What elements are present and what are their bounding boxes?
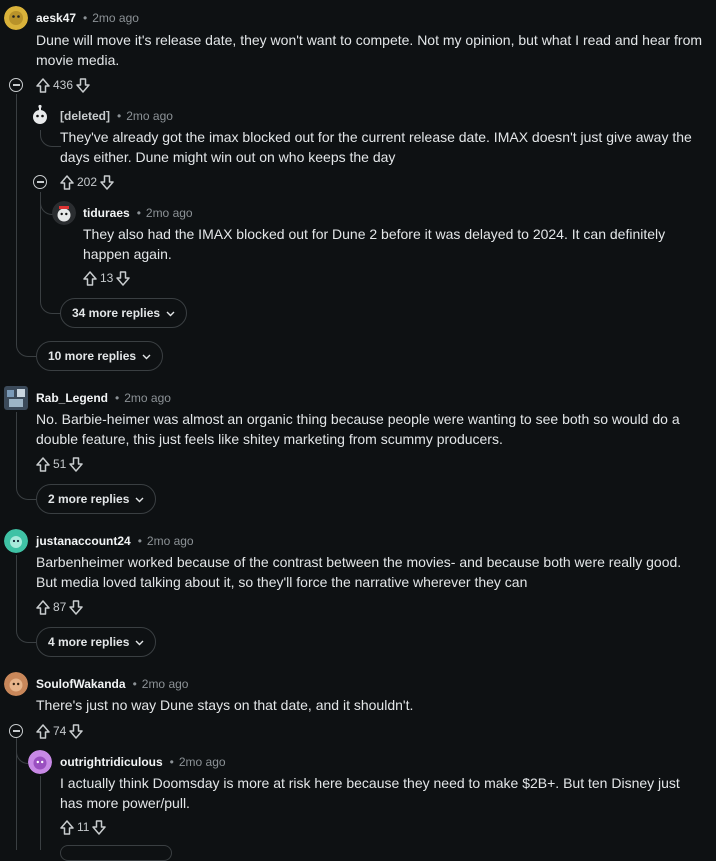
vote-bar: 13: [83, 268, 131, 288]
separator: •: [132, 677, 137, 691]
username[interactable]: aesk47: [36, 11, 76, 25]
comment-body: Barbenheimer worked because of the contr…: [36, 554, 682, 590]
more-replies-button[interactable]: 2 more replies: [36, 484, 157, 514]
more-replies-label: 2 more replies: [48, 492, 130, 506]
upvote-icon[interactable]: [36, 456, 50, 472]
avatar[interactable]: [28, 750, 52, 774]
comment-meta: aesk47 • 2mo ago: [36, 11, 139, 25]
comment-body: I actually think Doomsday is more at ris…: [60, 775, 680, 811]
comment-body: Dune will move it's release date, they w…: [36, 32, 703, 68]
timestamp[interactable]: 2mo ago: [146, 206, 193, 220]
timestamp[interactable]: 2mo ago: [179, 755, 226, 769]
upvote-icon[interactable]: [36, 723, 50, 739]
collapse-thread-icon[interactable]: [9, 78, 23, 92]
separator: •: [137, 534, 142, 548]
comment-body: They've already got the imax blocked out…: [60, 129, 692, 165]
chevron-down-icon: [135, 492, 144, 506]
separator: •: [169, 755, 174, 769]
downvote-icon[interactable]: [69, 723, 84, 739]
comment-meta: [deleted] • 2mo ago: [60, 109, 173, 123]
upvote-icon[interactable]: [36, 599, 50, 615]
separator: •: [136, 206, 141, 220]
upvote-icon[interactable]: [36, 77, 50, 93]
upvote-icon[interactable]: [60, 174, 74, 190]
more-replies-label: 4 more replies: [48, 635, 130, 649]
avatar[interactable]: [52, 201, 76, 225]
more-replies-label: 34 more replies: [72, 306, 161, 320]
downvote-icon[interactable]: [100, 174, 114, 190]
downvote-icon[interactable]: [76, 77, 90, 93]
downvote-icon[interactable]: [116, 270, 131, 286]
vote-bar: 74: [36, 721, 84, 741]
thread-line: [16, 737, 29, 764]
chevron-down-icon: [135, 635, 144, 649]
vote-count: 202: [77, 175, 98, 189]
vote-count: 13: [100, 271, 114, 285]
username[interactable]: outrightridiculous: [60, 755, 163, 769]
thread-line: [16, 472, 37, 500]
comment-meta: tiduraes • 2mo ago: [83, 206, 193, 220]
vote-count: 87: [53, 600, 67, 614]
thread-line: [16, 555, 17, 615]
more-replies-button[interactable]: 10 more replies: [36, 341, 164, 371]
avatar[interactable]: [4, 386, 28, 410]
vote-bar: 51: [36, 454, 84, 474]
thread-line: [16, 412, 17, 472]
downvote-icon[interactable]: [92, 819, 107, 835]
comment-meta: justanaccount24 • 2mo ago: [36, 534, 194, 548]
collapse-thread-icon[interactable]: [33, 175, 47, 189]
collapse-thread-icon[interactable]: [9, 724, 23, 738]
timestamp[interactable]: 2mo ago: [92, 11, 139, 25]
more-replies-button[interactable]: [60, 845, 172, 861]
separator: •: [117, 109, 122, 123]
downvote-icon[interactable]: [69, 599, 84, 615]
comment-meta: SoulofWakanda • 2mo ago: [36, 677, 188, 691]
timestamp[interactable]: 2mo ago: [124, 391, 171, 405]
vote-count: 11: [77, 820, 90, 834]
downvote-icon[interactable]: [69, 456, 84, 472]
avatar: [28, 104, 52, 128]
vote-count: 51: [53, 457, 67, 471]
avatar[interactable]: [4, 529, 28, 553]
upvote-icon[interactable]: [60, 819, 74, 835]
timestamp[interactable]: 2mo ago: [147, 534, 194, 548]
avatar[interactable]: [4, 6, 28, 30]
vote-count: 74: [53, 724, 67, 738]
upvote-icon[interactable]: [83, 270, 97, 286]
comment-meta: outrightridiculous • 2mo ago: [60, 755, 226, 769]
thread-line: [40, 776, 41, 850]
thread-line: [16, 615, 37, 643]
thread-line: [16, 330, 37, 357]
chevron-down-icon: [142, 349, 151, 363]
separator: •: [115, 391, 120, 405]
more-replies-button[interactable]: 34 more replies: [60, 298, 188, 328]
vote-count: 436: [53, 78, 74, 92]
vote-bar: 202: [60, 172, 114, 192]
username[interactable]: Rab_Legend: [36, 391, 108, 405]
vote-bar: 87: [36, 597, 84, 617]
username: [deleted]: [60, 109, 111, 123]
username[interactable]: tiduraes: [83, 206, 130, 220]
more-replies-label: 10 more replies: [48, 349, 137, 363]
thread-line: [40, 288, 61, 314]
avatar[interactable]: [4, 672, 28, 696]
thread-line: [16, 94, 17, 330]
separator: •: [83, 11, 88, 25]
vote-bar: 11: [60, 817, 107, 837]
timestamp[interactable]: 2mo ago: [142, 677, 189, 691]
chevron-down-icon: [166, 306, 175, 320]
thread-line: [40, 130, 61, 147]
username[interactable]: SoulofWakanda: [36, 677, 126, 691]
comment-body: There's just no way Dune stays on that d…: [36, 697, 414, 713]
vote-bar: 436: [36, 75, 90, 95]
timestamp[interactable]: 2mo ago: [126, 109, 173, 123]
more-replies-button[interactable]: 4 more replies: [36, 627, 157, 657]
comment-meta: Rab_Legend • 2mo ago: [36, 391, 171, 405]
comment-body: No. Barbie-heimer was almost an organic …: [36, 411, 680, 447]
comment-body: They also had the IMAX blocked out for D…: [83, 226, 666, 262]
username[interactable]: justanaccount24: [36, 534, 131, 548]
